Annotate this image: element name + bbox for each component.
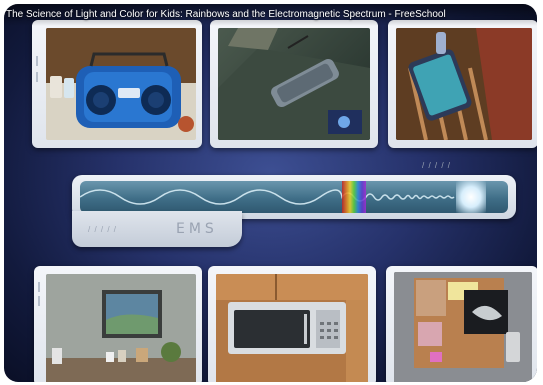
ems-label: EMS [176, 221, 218, 237]
light-glow [456, 181, 486, 213]
television-icon [46, 274, 196, 382]
card-cellphone [388, 20, 537, 148]
xray-photo [394, 272, 532, 382]
card-tv [34, 266, 202, 382]
sine-wave-icon [80, 189, 455, 205]
wave-track [80, 181, 508, 213]
electromagnetic-spectrum-panel: / / / / / / / / / / EMS [68, 161, 520, 253]
spectrum-label-tab: / / / / / EMS [72, 211, 242, 247]
visible-light-band [342, 181, 366, 213]
microwave-photo [216, 274, 368, 382]
card-xray [386, 266, 537, 382]
video-title: The Science of Light and Color for Kids:… [4, 4, 537, 26]
xray-board-icon [394, 272, 532, 382]
card-microwave [208, 266, 376, 382]
panel-stripes-right: / / / / / [422, 161, 452, 170]
video-player[interactable]: The Science of Light and Color for Kids:… [4, 4, 537, 382]
screenshot-frame: The Science of Light and Color for Kids:… [0, 0, 543, 385]
card-boombox [32, 20, 202, 148]
tv-photo [46, 274, 196, 382]
panel-stripes-left: / / / / / [88, 225, 118, 234]
card-remote [210, 20, 378, 148]
remote-photo [218, 28, 370, 140]
tv-remote-icon [218, 28, 370, 140]
cellphone-photo [396, 28, 532, 140]
radio-boombox-icon [46, 28, 196, 140]
boombox-photo [46, 28, 196, 140]
microwave-icon [216, 274, 368, 382]
cellphone-icon [396, 28, 532, 140]
